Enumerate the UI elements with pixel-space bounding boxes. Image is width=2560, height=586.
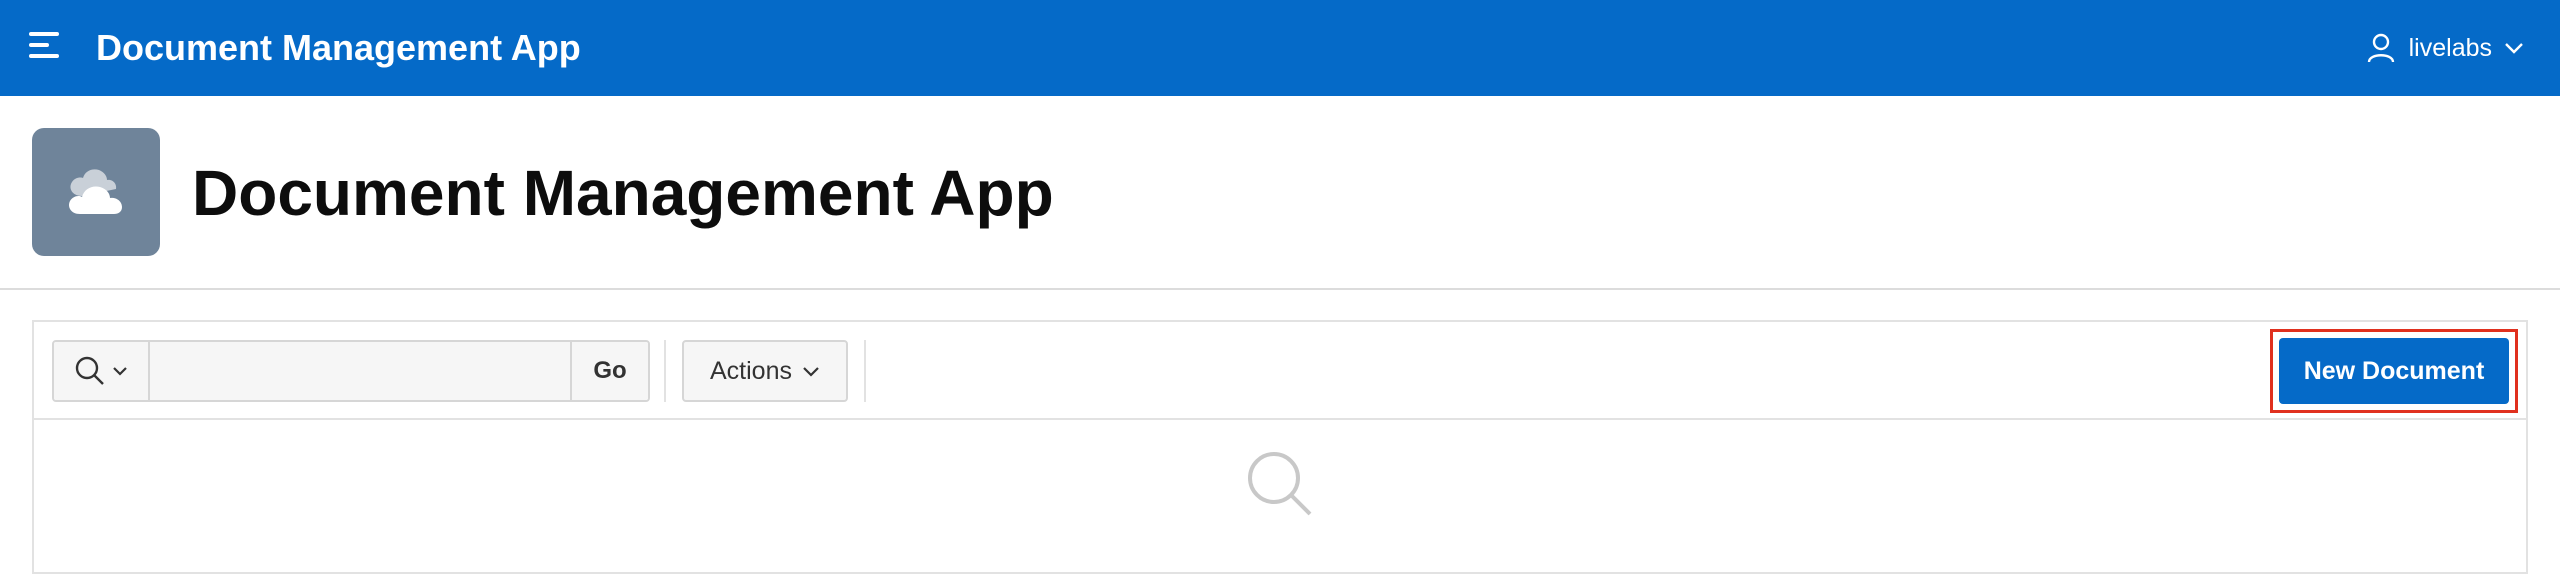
user-icon [2367,33,2395,63]
user-name: livelabs [2408,34,2492,62]
hero-region: Document Management App [0,96,2560,290]
toolbar-divider [864,340,866,402]
go-button[interactable]: Go [570,342,648,400]
report-region: Go Actions New Document [32,320,2528,574]
hamburger-menu-icon[interactable] [29,30,69,66]
actions-label: Actions [710,356,792,385]
search-input[interactable] [150,342,570,400]
no-data-found [34,420,2526,572]
new-document-button[interactable]: New Document [2279,338,2509,404]
app-name[interactable]: Document Management App [96,25,581,71]
chevron-down-icon [2504,42,2524,54]
chevron-down-icon [113,367,127,376]
search-column-selector[interactable] [54,342,150,400]
search-bar: Go [52,340,650,402]
cloud-icon [32,128,160,256]
page-title: Document Management App [192,157,1054,229]
search-icon [75,356,104,385]
top-navigation-bar: Document Management App livelabs [0,0,2560,96]
toolbar-divider [664,340,666,402]
report-toolbar: Go Actions New Document [34,322,2526,420]
chevron-down-icon [803,366,819,377]
search-icon [1248,452,1312,516]
user-menu[interactable]: livelabs [2367,28,2524,68]
actions-menu-button[interactable]: Actions [682,340,848,402]
